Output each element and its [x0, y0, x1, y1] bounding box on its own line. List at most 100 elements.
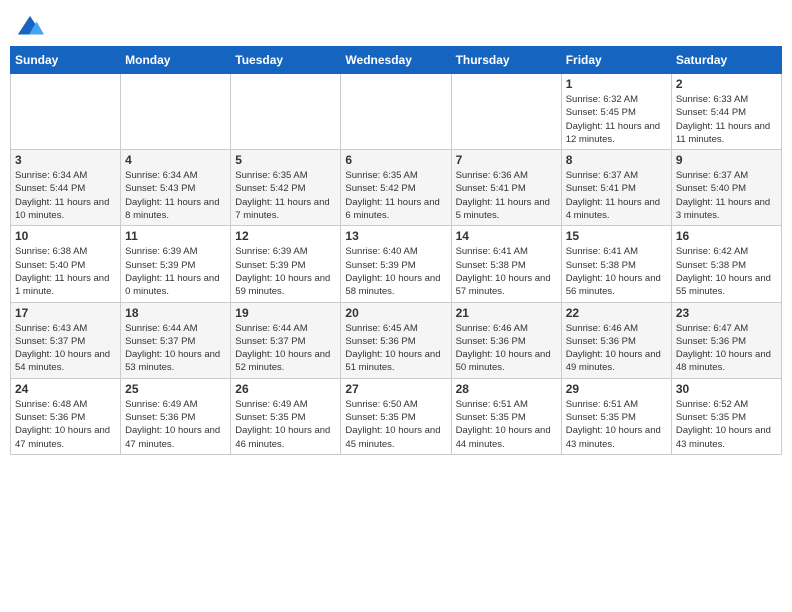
- day-info: Sunrise: 6:43 AM Sunset: 5:37 PM Dayligh…: [15, 322, 116, 375]
- day-number: 22: [566, 306, 667, 320]
- day-number: 16: [676, 229, 777, 243]
- calendar-cell: [341, 74, 451, 150]
- day-number: 14: [456, 229, 557, 243]
- day-info: Sunrise: 6:34 AM Sunset: 5:44 PM Dayligh…: [15, 169, 116, 222]
- calendar-table: SundayMondayTuesdayWednesdayThursdayFrid…: [10, 46, 782, 455]
- col-header-monday: Monday: [121, 47, 231, 74]
- day-info: Sunrise: 6:44 AM Sunset: 5:37 PM Dayligh…: [125, 322, 226, 375]
- calendar-cell: 9 Sunrise: 6:37 AM Sunset: 5:40 PM Daylig…: [671, 150, 781, 226]
- calendar-cell: 28 Sunrise: 6:51 AM Sunset: 5:35 PM Dayli…: [451, 378, 561, 454]
- day-number: 21: [456, 306, 557, 320]
- calendar-body: 1 Sunrise: 6:32 AM Sunset: 5:45 PM Daylig…: [11, 74, 782, 455]
- logo: [14, 14, 44, 38]
- day-info: Sunrise: 6:47 AM Sunset: 5:36 PM Dayligh…: [676, 322, 777, 375]
- calendar-cell: 30Sunrise: 6:52 AM Sunset: 5:35 PM Dayli…: [671, 378, 781, 454]
- calendar-cell: 14 Sunrise: 6:41 AM Sunset: 5:38 PM Dayli…: [451, 226, 561, 302]
- day-number: 24: [15, 382, 116, 396]
- calendar-cell: 26 Sunrise: 6:49 AM Sunset: 5:35 PM Dayli…: [231, 378, 341, 454]
- calendar-cell: 15 Sunrise: 6:41 AM Sunset: 5:38 PM Dayli…: [561, 226, 671, 302]
- calendar-cell: 4 Sunrise: 6:34 AM Sunset: 5:43 PM Daylig…: [121, 150, 231, 226]
- calendar-cell: [451, 74, 561, 150]
- calendar-cell: [231, 74, 341, 150]
- calendar-cell: 5 Sunrise: 6:35 AM Sunset: 5:42 PM Daylig…: [231, 150, 341, 226]
- calendar-cell: 1 Sunrise: 6:32 AM Sunset: 5:45 PM Daylig…: [561, 74, 671, 150]
- day-number: 8: [566, 153, 667, 167]
- day-info: Sunrise: 6:39 AM Sunset: 5:39 PM Dayligh…: [125, 245, 226, 298]
- day-number: 6: [345, 153, 446, 167]
- calendar-cell: 2Sunrise: 6:33 AM Sunset: 5:44 PM Daylig…: [671, 74, 781, 150]
- col-header-wednesday: Wednesday: [341, 47, 451, 74]
- day-info: Sunrise: 6:37 AM Sunset: 5:40 PM Dayligh…: [676, 169, 777, 222]
- calendar-cell: 19Sunrise: 6:44 AM Sunset: 5:37 PM Dayli…: [231, 302, 341, 378]
- day-number: 9: [676, 153, 777, 167]
- week-row-1: 1 Sunrise: 6:32 AM Sunset: 5:45 PM Daylig…: [11, 74, 782, 150]
- day-number: 23: [676, 306, 777, 320]
- day-number: 12: [235, 229, 336, 243]
- week-row-5: 24Sunrise: 6:48 AM Sunset: 5:36 PM Dayli…: [11, 378, 782, 454]
- day-info: Sunrise: 6:34 AM Sunset: 5:43 PM Dayligh…: [125, 169, 226, 222]
- day-info: Sunrise: 6:41 AM Sunset: 5:38 PM Dayligh…: [456, 245, 557, 298]
- day-info: Sunrise: 6:33 AM Sunset: 5:44 PM Dayligh…: [676, 93, 777, 146]
- day-number: 10: [15, 229, 116, 243]
- day-number: 11: [125, 229, 226, 243]
- day-info: Sunrise: 6:49 AM Sunset: 5:36 PM Dayligh…: [125, 398, 226, 451]
- day-number: 27: [345, 382, 446, 396]
- day-info: Sunrise: 6:52 AM Sunset: 5:35 PM Dayligh…: [676, 398, 777, 451]
- calendar-cell: 12Sunrise: 6:39 AM Sunset: 5:39 PM Dayli…: [231, 226, 341, 302]
- page-header: [10, 10, 782, 38]
- day-number: 13: [345, 229, 446, 243]
- day-info: Sunrise: 6:32 AM Sunset: 5:45 PM Dayligh…: [566, 93, 667, 146]
- week-row-4: 17 Sunrise: 6:43 AM Sunset: 5:37 PM Dayli…: [11, 302, 782, 378]
- calendar-cell: 25 Sunrise: 6:49 AM Sunset: 5:36 PM Dayli…: [121, 378, 231, 454]
- day-number: 7: [456, 153, 557, 167]
- calendar-cell: 22 Sunrise: 6:46 AM Sunset: 5:36 PM Dayli…: [561, 302, 671, 378]
- day-number: 29: [566, 382, 667, 396]
- logo-icon: [16, 14, 44, 42]
- week-row-3: 10 Sunrise: 6:38 AM Sunset: 5:40 PM Dayli…: [11, 226, 782, 302]
- day-info: Sunrise: 6:38 AM Sunset: 5:40 PM Dayligh…: [15, 245, 116, 298]
- calendar-cell: 17 Sunrise: 6:43 AM Sunset: 5:37 PM Dayli…: [11, 302, 121, 378]
- day-number: 4: [125, 153, 226, 167]
- day-number: 20: [345, 306, 446, 320]
- calendar-cell: 6Sunrise: 6:35 AM Sunset: 5:42 PM Daylig…: [341, 150, 451, 226]
- day-info: Sunrise: 6:42 AM Sunset: 5:38 PM Dayligh…: [676, 245, 777, 298]
- day-number: 17: [15, 306, 116, 320]
- calendar-cell: [121, 74, 231, 150]
- week-row-2: 3 Sunrise: 6:34 AM Sunset: 5:44 PM Daylig…: [11, 150, 782, 226]
- day-info: Sunrise: 6:50 AM Sunset: 5:35 PM Dayligh…: [345, 398, 446, 451]
- calendar-cell: 21 Sunrise: 6:46 AM Sunset: 5:36 PM Dayli…: [451, 302, 561, 378]
- day-info: Sunrise: 6:46 AM Sunset: 5:36 PM Dayligh…: [456, 322, 557, 375]
- col-header-saturday: Saturday: [671, 47, 781, 74]
- day-number: 19: [235, 306, 336, 320]
- day-info: Sunrise: 6:49 AM Sunset: 5:35 PM Dayligh…: [235, 398, 336, 451]
- header-row: SundayMondayTuesdayWednesdayThursdayFrid…: [11, 47, 782, 74]
- day-info: Sunrise: 6:37 AM Sunset: 5:41 PM Dayligh…: [566, 169, 667, 222]
- day-info: Sunrise: 6:45 AM Sunset: 5:36 PM Dayligh…: [345, 322, 446, 375]
- day-info: Sunrise: 6:41 AM Sunset: 5:38 PM Dayligh…: [566, 245, 667, 298]
- col-header-thursday: Thursday: [451, 47, 561, 74]
- calendar-cell: 13 Sunrise: 6:40 AM Sunset: 5:39 PM Dayli…: [341, 226, 451, 302]
- day-number: 15: [566, 229, 667, 243]
- calendar-cell: 3 Sunrise: 6:34 AM Sunset: 5:44 PM Daylig…: [11, 150, 121, 226]
- day-number: 28: [456, 382, 557, 396]
- calendar-cell: 10 Sunrise: 6:38 AM Sunset: 5:40 PM Dayli…: [11, 226, 121, 302]
- calendar-cell: 27 Sunrise: 6:50 AM Sunset: 5:35 PM Dayli…: [341, 378, 451, 454]
- calendar-cell: 23 Sunrise: 6:47 AM Sunset: 5:36 PM Dayli…: [671, 302, 781, 378]
- col-header-friday: Friday: [561, 47, 671, 74]
- calendar-cell: 16 Sunrise: 6:42 AM Sunset: 5:38 PM Dayli…: [671, 226, 781, 302]
- day-info: Sunrise: 6:46 AM Sunset: 5:36 PM Dayligh…: [566, 322, 667, 375]
- day-number: 18: [125, 306, 226, 320]
- calendar-cell: 18 Sunrise: 6:44 AM Sunset: 5:37 PM Dayli…: [121, 302, 231, 378]
- day-number: 26: [235, 382, 336, 396]
- day-number: 1: [566, 77, 667, 91]
- day-info: Sunrise: 6:35 AM Sunset: 5:42 PM Dayligh…: [235, 169, 336, 222]
- col-header-tuesday: Tuesday: [231, 47, 341, 74]
- day-number: 25: [125, 382, 226, 396]
- col-header-sunday: Sunday: [11, 47, 121, 74]
- day-info: Sunrise: 6:51 AM Sunset: 5:35 PM Dayligh…: [456, 398, 557, 451]
- calendar-header: SundayMondayTuesdayWednesdayThursdayFrid…: [11, 47, 782, 74]
- day-number: 5: [235, 153, 336, 167]
- day-info: Sunrise: 6:40 AM Sunset: 5:39 PM Dayligh…: [345, 245, 446, 298]
- day-number: 3: [15, 153, 116, 167]
- calendar-cell: 11 Sunrise: 6:39 AM Sunset: 5:39 PM Dayli…: [121, 226, 231, 302]
